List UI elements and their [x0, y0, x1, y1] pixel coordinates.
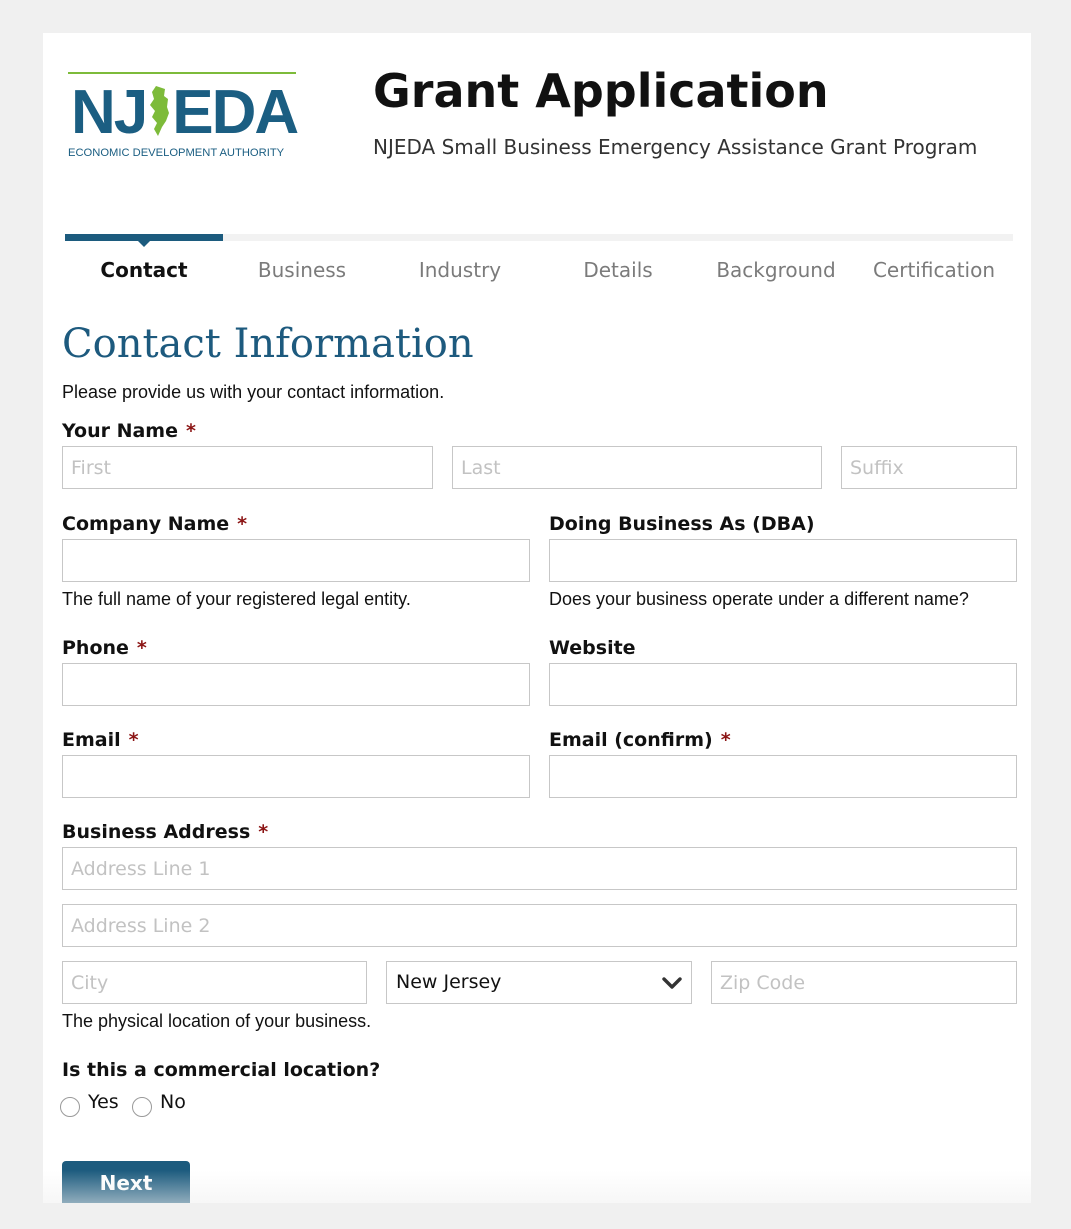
zip-code-input[interactable] [711, 961, 1017, 1004]
tab-certification[interactable]: Certification [855, 255, 1013, 285]
page-title: Grant Application [373, 64, 829, 118]
tab-business[interactable]: Business [223, 255, 381, 285]
dba-label: Doing Business As (DBA) [549, 513, 815, 535]
email-confirm-label-text: Email (confirm) [549, 729, 713, 751]
email-label: Email * [62, 728, 139, 752]
suffix-input[interactable] [841, 446, 1017, 489]
address-line2-input[interactable] [62, 904, 1017, 947]
radio-yes[interactable] [60, 1097, 80, 1117]
address-help: The physical location of your business. [62, 1011, 372, 1031]
required-mark: * [258, 821, 269, 843]
website-input[interactable] [549, 663, 1017, 706]
radio-yes-label[interactable]: Yes [88, 1091, 119, 1113]
section-title: Contact Information [62, 321, 474, 367]
company-name-help: The full name of your registered legal e… [62, 589, 411, 609]
state-select-value: New Jersey [396, 971, 502, 993]
chevron-down-icon [662, 977, 682, 989]
state-select[interactable]: New Jersey [386, 961, 692, 1004]
logo-mark: NJ EDA [71, 78, 299, 147]
company-name-label: Company Name * [62, 512, 247, 536]
njeda-logo: NJ EDA ECONOMIC DEVELOPMENT AUTHORITY [68, 72, 299, 164]
city-input[interactable] [62, 961, 367, 1004]
required-mark: * [136, 637, 147, 659]
required-mark: * [128, 729, 139, 751]
required-mark: * [720, 729, 731, 751]
email-input[interactable] [62, 755, 530, 798]
email-label-text: Email [62, 729, 121, 751]
address-line1-input[interactable] [62, 847, 1017, 890]
phone-label: Phone * [62, 636, 147, 660]
last-name-input[interactable] [452, 446, 822, 489]
radio-no-label[interactable]: No [160, 1091, 186, 1113]
tab-background[interactable]: Background [697, 255, 855, 285]
website-label: Website [549, 637, 636, 659]
radio-no[interactable] [132, 1097, 152, 1117]
phone-label-text: Phone [62, 637, 129, 659]
company-name-input[interactable] [62, 539, 530, 582]
required-mark: * [237, 513, 248, 535]
phone-input[interactable] [62, 663, 530, 706]
active-step-caret [137, 240, 151, 247]
first-name-input[interactable] [62, 446, 433, 489]
your-name-label-text: Your Name [62, 420, 178, 442]
dba-help: Does your business operate under a diffe… [549, 589, 969, 609]
logo-rule [68, 72, 296, 74]
next-button[interactable]: Next [62, 1161, 190, 1203]
program-subtitle: NJEDA Small Business Emergency Assistanc… [373, 135, 978, 159]
email-confirm-label: Email (confirm) * [549, 728, 731, 752]
section-intro: Please provide us with your contact info… [62, 382, 445, 402]
tab-details[interactable]: Details [539, 255, 697, 285]
email-confirm-input[interactable] [549, 755, 1017, 798]
required-mark: * [186, 420, 196, 442]
logo-subtitle: ECONOMIC DEVELOPMENT AUTHORITY [68, 147, 285, 159]
new-jersey-state-icon [150, 86, 170, 136]
logo-letters-nj: NJ [71, 78, 148, 147]
company-name-label-text: Company Name [62, 513, 230, 535]
business-address-label: Business Address * [62, 820, 268, 844]
tab-industry[interactable]: Industry [381, 255, 539, 285]
your-name-label: Your Name * [62, 419, 196, 443]
dba-input[interactable] [549, 539, 1017, 582]
logo-letters-eda: EDA [172, 78, 299, 147]
commercial-location-label: Is this a commercial location? [62, 1059, 381, 1081]
business-address-label-text: Business Address [62, 821, 251, 843]
tab-contact[interactable]: Contact [65, 255, 223, 285]
